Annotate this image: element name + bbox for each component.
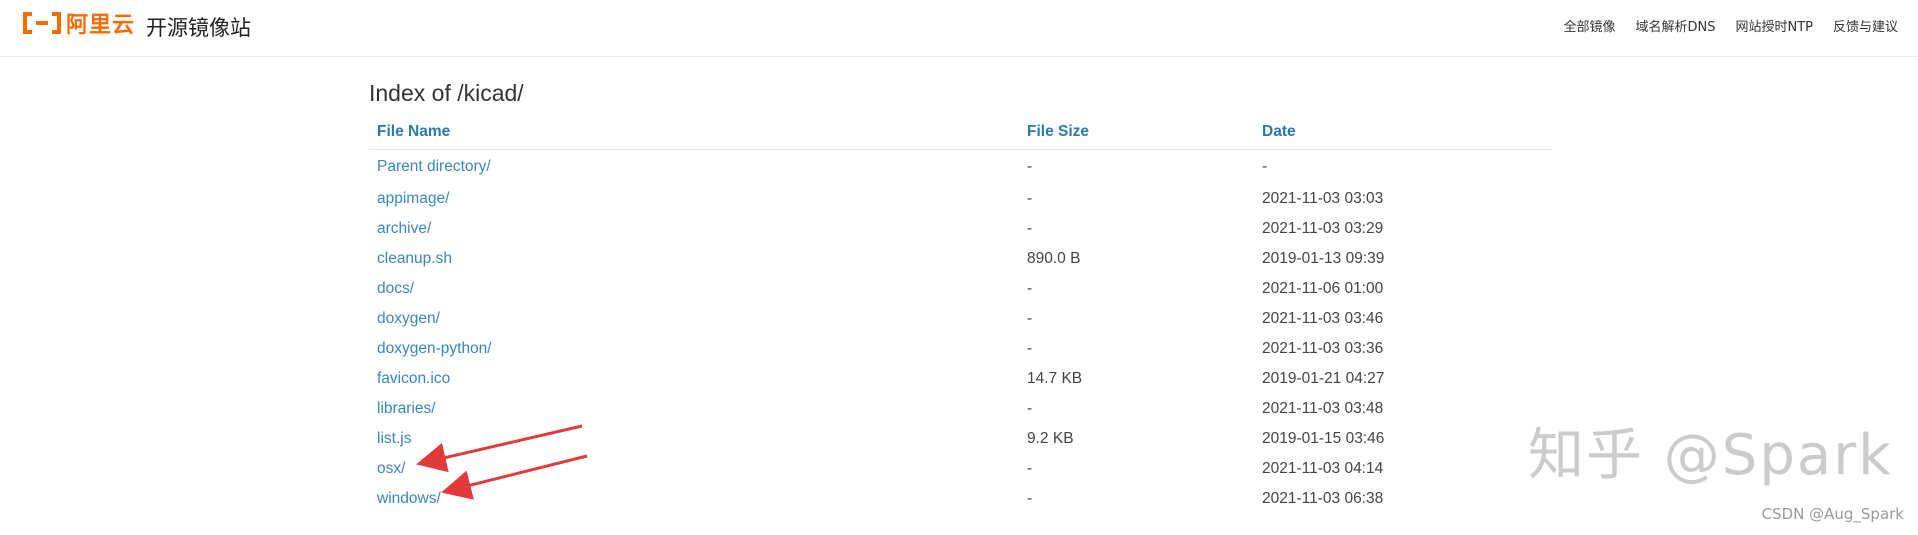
table-row: appimage/ - 2021-11-03 03:03 (369, 184, 1552, 214)
site-title: 开源镜像站 (146, 16, 251, 40)
aliyun-logo[interactable]: 阿里云 (22, 10, 136, 38)
file-size-cell: - (1027, 158, 1033, 175)
file-date-cell: 2021-11-03 03:03 (1262, 190, 1384, 207)
file-date-cell: 2021-11-03 03:36 (1262, 340, 1384, 357)
file-date-cell: 2019-01-21 04:27 (1262, 370, 1385, 387)
file-link[interactable]: docs/ (377, 280, 414, 297)
file-size-cell: 9.2 KB (1027, 430, 1074, 447)
file-date-cell: 2021-11-03 06:38 (1262, 490, 1384, 507)
file-date-cell: - (1262, 158, 1268, 175)
file-name-cell: doxygen/ (369, 304, 1019, 334)
file-listing-table: File Name File Size Date Parent director… (369, 115, 1552, 514)
file-link[interactable]: Parent directory/ (377, 158, 491, 175)
file-name-cell: archive/ (369, 214, 1019, 244)
nav-dns[interactable]: 域名解析DNS (1635, 16, 1715, 35)
nav-all-mirrors[interactable]: 全部镜像 (1563, 16, 1615, 35)
file-size-cell: - (1027, 460, 1033, 477)
file-name-cell: cleanup.sh (369, 244, 1019, 274)
file-name-cell: appimage/ (369, 184, 1019, 214)
file-date-cell: 2021-11-06 01:00 (1262, 280, 1384, 297)
table-header-row: File Name File Size Date (369, 115, 1552, 150)
file-date-cell: 2019-01-13 09:39 (1262, 250, 1385, 267)
aliyun-logo-icon (23, 12, 61, 34)
table-row: archive/ - 2021-11-03 03:29 (369, 214, 1552, 244)
file-link[interactable]: appimage/ (377, 190, 449, 207)
nav-ntp[interactable]: 网站授时NTP (1735, 16, 1813, 35)
file-size-cell: - (1027, 280, 1033, 297)
nav-feedback[interactable]: 反馈与建议 (1833, 16, 1898, 35)
file-link[interactable]: windows/ (377, 490, 441, 507)
table-row: docs/ - 2021-11-06 01:00 (369, 274, 1552, 304)
file-size-cell: - (1027, 310, 1033, 327)
file-link[interactable]: doxygen-python/ (377, 340, 492, 357)
file-size-cell: 14.7 KB (1027, 370, 1083, 387)
file-name-cell: Parent directory/ (369, 150, 1019, 185)
top-nav: 全部镜像 域名解析DNS 网站授时NTP 反馈与建议 (1563, 16, 1898, 35)
file-name-cell: list.js (369, 424, 1019, 454)
file-name-cell: doxygen-python/ (369, 334, 1019, 364)
table-row: windows/ - 2021-11-03 06:38 (369, 484, 1552, 514)
table-row: cleanup.sh 890.0 B 2019-01-13 09:39 (369, 244, 1552, 274)
table-row: list.js 9.2 KB 2019-01-15 03:46 (369, 424, 1552, 454)
file-date-cell: 2021-11-03 03:29 (1262, 220, 1384, 237)
file-name-cell: libraries/ (369, 394, 1019, 424)
file-size-cell: - (1027, 190, 1033, 207)
file-date-cell: 2021-11-03 03:48 (1262, 400, 1384, 417)
file-name-cell: osx/ (369, 454, 1019, 484)
file-size-cell: - (1027, 490, 1033, 507)
table-row: Parent directory/ - - (369, 150, 1552, 185)
file-size-cell: - (1027, 340, 1033, 357)
page-title: Index of /kicad/ (369, 80, 524, 106)
table-row: doxygen/ - 2021-11-03 03:46 (369, 304, 1552, 334)
file-date-cell: 2021-11-03 04:14 (1262, 460, 1384, 477)
file-name-cell: docs/ (369, 274, 1019, 304)
table-row: libraries/ - 2021-11-03 03:48 (369, 394, 1552, 424)
file-size-cell: - (1027, 400, 1033, 417)
file-link[interactable]: doxygen/ (377, 310, 440, 327)
table-row: doxygen-python/ - 2021-11-03 03:36 (369, 334, 1552, 364)
file-link[interactable]: libraries/ (377, 400, 436, 417)
file-link[interactable]: list.js (377, 430, 411, 447)
file-size-cell: 890.0 B (1027, 250, 1081, 267)
file-link[interactable]: osx/ (377, 460, 405, 477)
file-date-cell: 2019-01-15 03:46 (1262, 430, 1385, 447)
file-date-cell: 2021-11-03 03:46 (1262, 310, 1384, 327)
file-name-cell: favicon.ico (369, 364, 1019, 394)
column-header-file-name[interactable]: File Name (369, 115, 1019, 150)
table-row: favicon.ico 14.7 KB 2019-01-21 04:27 (369, 364, 1552, 394)
file-link[interactable]: favicon.ico (377, 370, 450, 387)
file-name-cell: windows/ (369, 484, 1019, 514)
top-bar: 阿里云 开源镜像站 全部镜像 域名解析DNS 网站授时NTP 反馈与建议 (0, 0, 1918, 57)
logo-text: 阿里云 (66, 13, 136, 38)
file-link[interactable]: archive/ (377, 220, 431, 237)
file-size-cell: - (1027, 220, 1033, 237)
file-link[interactable]: cleanup.sh (377, 250, 452, 267)
column-header-date[interactable]: Date (1254, 115, 1552, 150)
csdn-credit: CSDN @Aug_Spark (1761, 505, 1904, 523)
column-header-file-size[interactable]: File Size (1019, 115, 1254, 150)
table-row: osx/ - 2021-11-03 04:14 (369, 454, 1552, 484)
zhihu-watermark: 知乎 @Spark (1528, 423, 1893, 488)
